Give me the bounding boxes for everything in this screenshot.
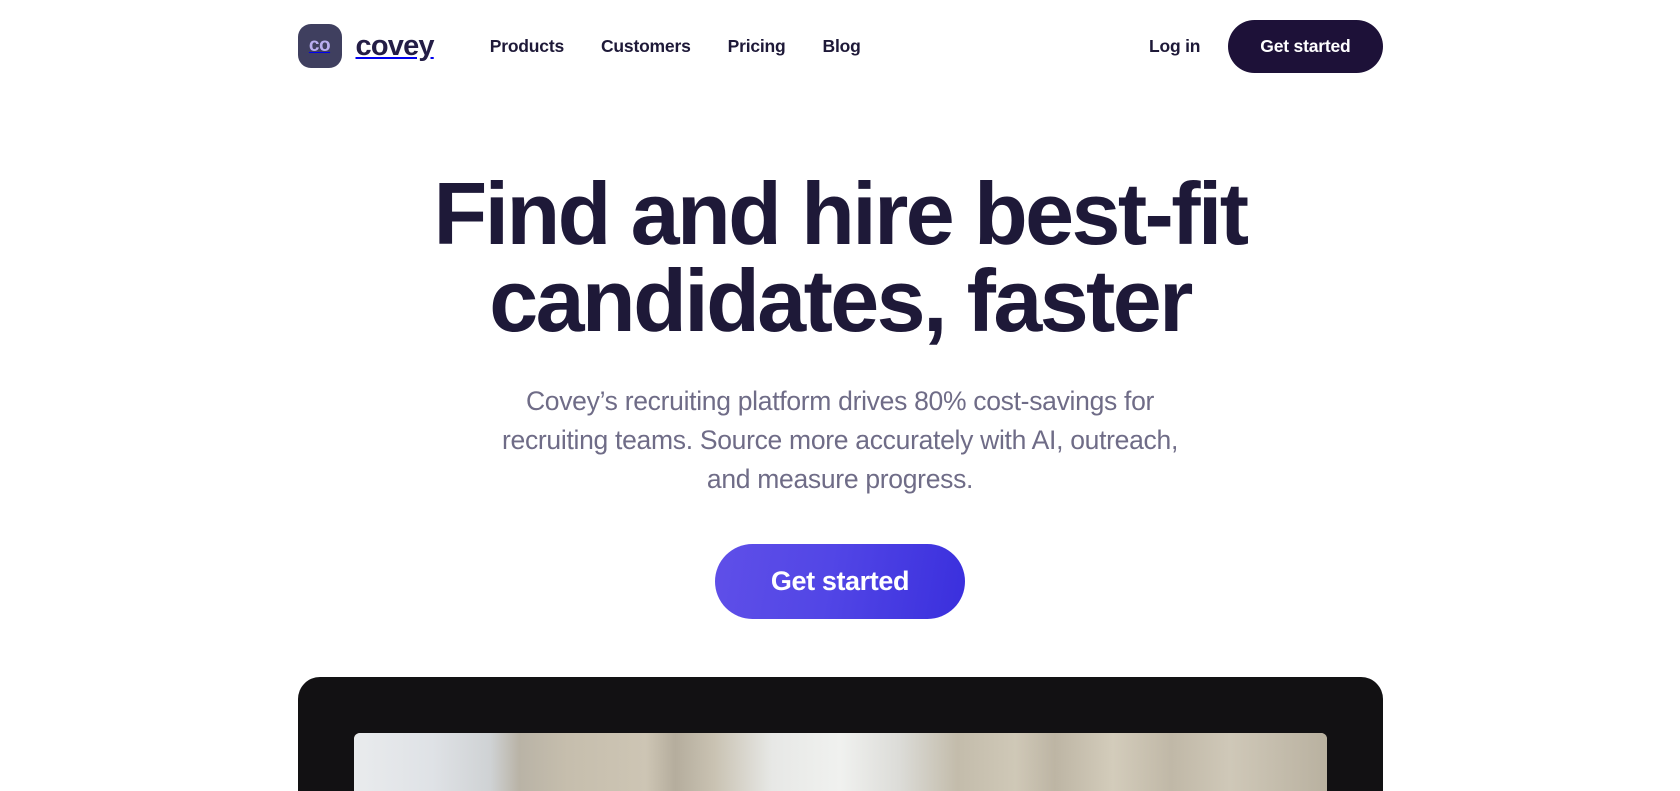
nav-item-pricing[interactable]: Pricing bbox=[728, 36, 786, 57]
hero-heading-line-1: Find and hire best-fit bbox=[433, 164, 1249, 263]
hero-heading: Find and hire best-fit candidates, faste… bbox=[298, 170, 1383, 345]
covey-logo-icon: co bbox=[297, 24, 342, 68]
hero-heading-line-2: candidates, faster bbox=[489, 251, 1193, 351]
nav-item-products[interactable]: Products bbox=[490, 36, 564, 57]
brand-logo-link[interactable]: co covey bbox=[297, 24, 435, 68]
video-thumbnail[interactable] bbox=[353, 733, 1327, 791]
main-navigation: Products Customers Pricing Blog bbox=[490, 36, 861, 57]
hero-section: Find and hire best-fit candidates, faste… bbox=[298, 170, 1383, 620]
hero-subtitle: Covey’s recruiting platform drives 80% c… bbox=[501, 386, 1179, 495]
page-root: co covey Products Customers Pricing Blog… bbox=[0, 0, 1680, 791]
hero-cta-wrapper: Get started bbox=[298, 544, 1383, 620]
nav-item-customers[interactable]: Customers bbox=[601, 36, 691, 57]
hero-get-started-button[interactable]: Get started bbox=[714, 544, 966, 620]
nav-item-blog[interactable]: Blog bbox=[823, 36, 861, 57]
header-actions: Log in Get started bbox=[1149, 19, 1383, 73]
header-get-started-button[interactable]: Get started bbox=[1228, 19, 1383, 73]
media-container bbox=[297, 677, 1383, 791]
header-container: co covey Products Customers Pricing Blog… bbox=[297, 0, 1383, 88]
video-player-frame[interactable] bbox=[297, 677, 1383, 791]
site-header: co covey Products Customers Pricing Blog… bbox=[297, 0, 1383, 88]
login-link[interactable]: Log in bbox=[1149, 36, 1200, 57]
brand-wordmark: covey bbox=[355, 29, 435, 62]
video-thumbnail-image bbox=[353, 733, 1327, 791]
